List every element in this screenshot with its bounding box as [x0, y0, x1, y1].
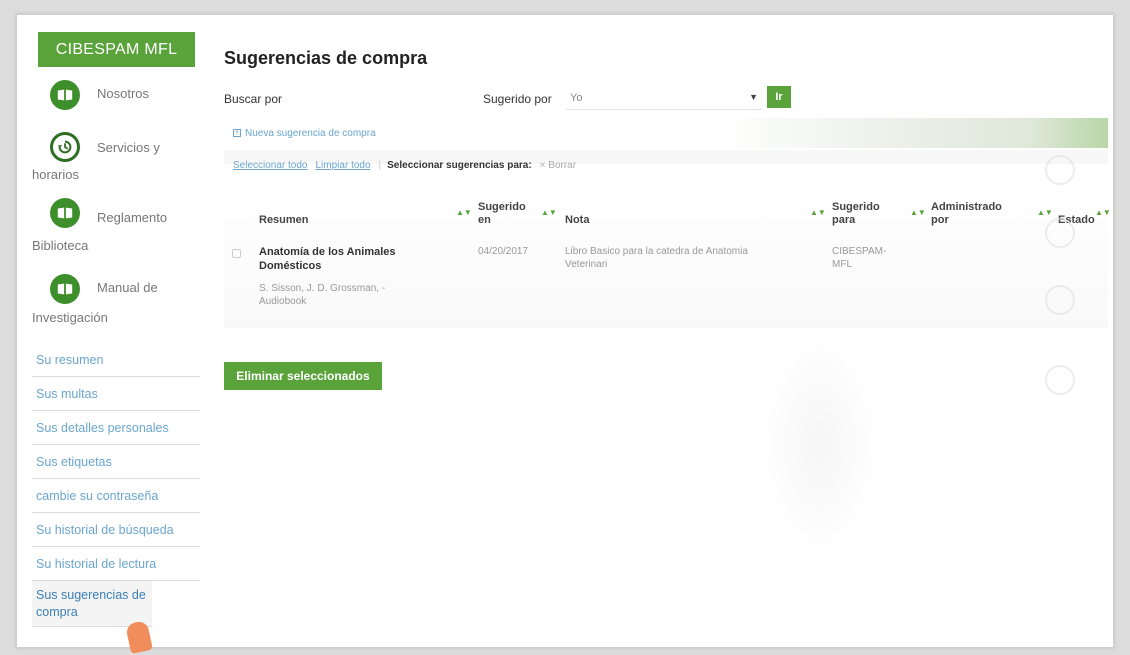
- sort-icon[interactable]: ▲▼: [910, 208, 926, 217]
- menu-item-multas[interactable]: Sus multas: [32, 377, 200, 411]
- clear-all-link[interactable]: Limpiar todo: [316, 160, 371, 171]
- book-icon: [50, 274, 80, 304]
- sort-icon[interactable]: ▲▼: [1037, 208, 1053, 217]
- quick-link-servicios[interactable]: Servicios y: [97, 140, 160, 155]
- sort-icon[interactable]: ▲▼: [541, 208, 557, 217]
- faded-background-ghost: [760, 330, 880, 560]
- column-header-suggested-on-line2: en: [478, 214, 491, 226]
- suggested-by-select[interactable]: Yo ▼: [566, 88, 762, 110]
- row-suggested-for-line2: MFL: [832, 259, 852, 270]
- delete-link[interactable]: × Borrar: [540, 160, 576, 171]
- column-header-note[interactable]: Nota: [565, 214, 589, 227]
- menu-item-detalles-personales[interactable]: Sus detalles personales: [32, 411, 200, 445]
- row-title[interactable]: Anatomía de los Animales: [259, 245, 396, 259]
- account-menu: Su resumen Sus multas Sus detalles perso…: [32, 343, 200, 627]
- row-author-line2: Audiobook: [259, 296, 307, 307]
- menu-item-historial-busqueda[interactable]: Su historial de búsqueda: [32, 513, 200, 547]
- menu-item-etiquetas[interactable]: Sus etiquetas: [32, 445, 200, 479]
- row-note: Libro Basico para la catedra de Anatomia: [565, 246, 748, 257]
- column-header-summary[interactable]: Resumen: [259, 214, 309, 227]
- faded-circle: [1045, 365, 1075, 395]
- plus-icon: +: [233, 129, 241, 138]
- go-button[interactable]: Ir: [767, 86, 791, 108]
- menu-item-resumen[interactable]: Su resumen: [32, 343, 200, 377]
- quick-link-nosotros[interactable]: Nosotros: [97, 86, 149, 101]
- history-icon: [50, 132, 80, 162]
- selection-toolbar: Seleccionar todo Limpiar todo | Seleccionar…: [233, 160, 576, 171]
- menu-item-contrasena[interactable]: cambie su contraseña: [32, 479, 200, 513]
- faded-circle: [1045, 218, 1075, 248]
- sort-icon[interactable]: ▲▼: [456, 208, 472, 217]
- select-for-label: Seleccionar sugerencias para:: [387, 160, 532, 171]
- quick-link-servicios-line2: horarios: [32, 167, 79, 182]
- library-brand-button[interactable]: CIBESPAM MFL: [38, 32, 195, 67]
- book-icon: [50, 80, 80, 110]
- book-icon: [50, 198, 80, 228]
- column-header-suggested-for-line2: para: [832, 214, 856, 226]
- row-date: 04/20/2017: [478, 246, 529, 257]
- quick-link-manual-line2: Investigación: [32, 310, 108, 325]
- column-header-suggested-for[interactable]: Sugerido: [832, 201, 880, 214]
- row-note-line2: Veterinari: [565, 259, 608, 270]
- column-header-managed-by[interactable]: Administrado: [931, 201, 1002, 214]
- faded-circle: [1045, 285, 1075, 315]
- row-checkbox[interactable]: [232, 249, 241, 258]
- select-all-link[interactable]: Seleccionar todo: [233, 160, 308, 171]
- row-suggested-for: CIBESPAM-: [832, 246, 887, 257]
- faded-background: [716, 118, 1108, 148]
- column-header-managed-by-line2: por: [931, 214, 949, 226]
- separator: |: [378, 160, 382, 171]
- row-author: S. Sisson, J. D. Grossman, -: [259, 283, 386, 294]
- page-title: Sugerencias de compra: [224, 48, 428, 68]
- sort-icon[interactable]: ▲▼: [810, 208, 826, 217]
- chevron-down-icon: ▼: [749, 92, 758, 102]
- new-suggestion-link[interactable]: + Nueva sugerencia de compra: [233, 128, 376, 139]
- quick-link-manual[interactable]: Manual de: [97, 280, 158, 295]
- sort-icon[interactable]: ▲▼: [1095, 208, 1111, 217]
- column-header-suggested-on[interactable]: Sugerido: [478, 201, 526, 214]
- faded-circle: [1045, 155, 1075, 185]
- menu-item-sugerencias-compra[interactable]: Sus sugerencias de compra: [32, 581, 152, 627]
- new-suggestion-label: Nueva sugerencia de compra: [245, 128, 376, 139]
- menu-item-historial-lectura[interactable]: Su historial de lectura: [32, 547, 200, 581]
- quick-link-reglamento-line2: Biblioteca: [32, 238, 89, 253]
- quick-link-reglamento[interactable]: Reglamento: [97, 210, 167, 225]
- delete-selected-button[interactable]: Eliminar seleccionados: [224, 362, 382, 390]
- search-by-label: Buscar por: [224, 92, 283, 106]
- suggested-by-label: Sugerido por: [483, 92, 552, 106]
- suggested-by-value: Yo: [570, 92, 583, 104]
- row-title-line2[interactable]: Domésticos: [259, 259, 321, 273]
